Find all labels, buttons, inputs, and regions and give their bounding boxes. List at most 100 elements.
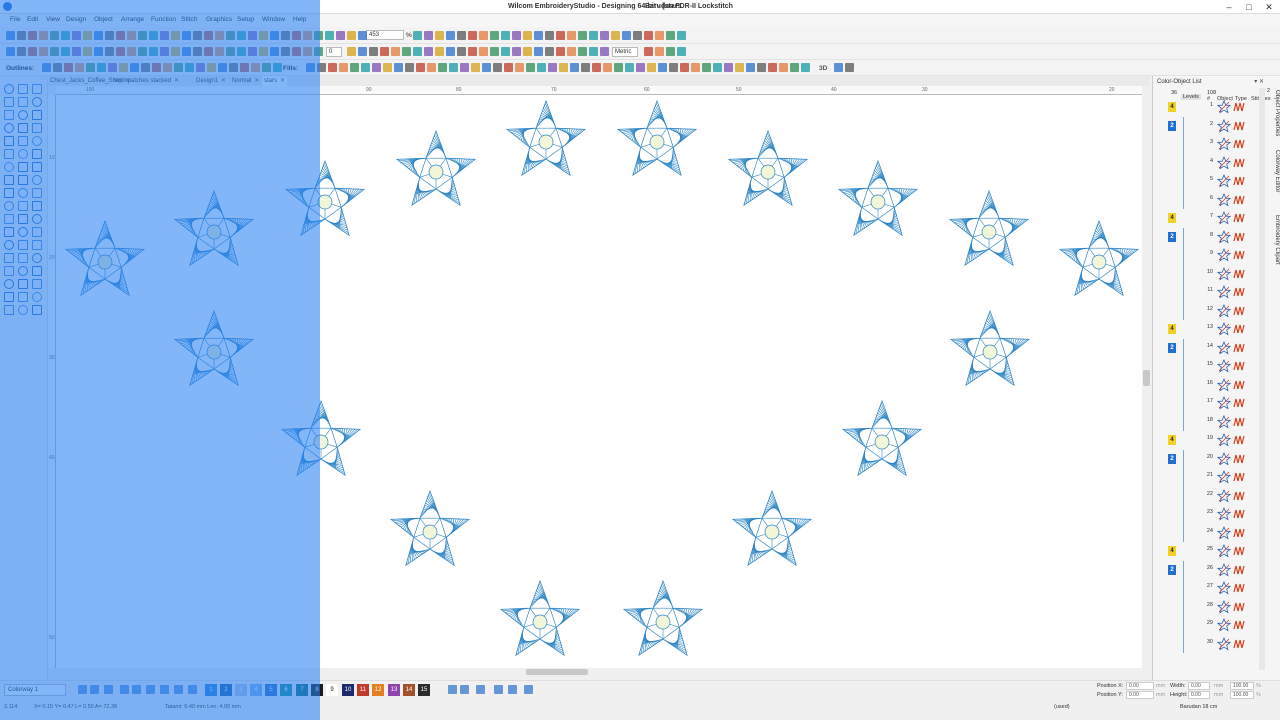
angle-input[interactable]: 0: [326, 47, 342, 57]
tool-icon[interactable]: [18, 175, 28, 185]
color-swatch-2[interactable]: 2: [220, 684, 232, 696]
toolbar-icon[interactable]: [383, 63, 392, 72]
toolbar-icon[interactable]: [490, 31, 499, 40]
toolbar-icon[interactable]: [666, 47, 675, 56]
toolbar-icon[interactable]: [141, 63, 150, 72]
toolbar-icon[interactable]: [229, 63, 238, 72]
tool-icon[interactable]: [18, 292, 28, 302]
toolbar-icon[interactable]: [460, 63, 469, 72]
toolbar-icon[interactable]: [757, 63, 766, 72]
maximize-button[interactable]: □: [1242, 1, 1256, 13]
toolbar-icon[interactable]: [127, 31, 136, 40]
toolbar-icon[interactable]: [457, 31, 466, 40]
toolbar-icon[interactable]: [600, 31, 609, 40]
toolbar-icon[interactable]: [493, 63, 502, 72]
position-x-field[interactable]: 0.00: [1126, 682, 1154, 690]
object-row[interactable]: 15: [1159, 357, 1259, 376]
colorway-tool-icon[interactable]: [146, 685, 155, 694]
toolbar-icon[interactable]: [83, 31, 92, 40]
toolbar-icon[interactable]: [64, 63, 73, 72]
toolbar-icon[interactable]: [119, 63, 128, 72]
view-3d-button[interactable]: 3D: [819, 65, 827, 72]
toolbar-icon[interactable]: [130, 63, 139, 72]
toolbar-icon[interactable]: [834, 63, 843, 72]
toolbar-icon[interactable]: [567, 31, 576, 40]
object-row[interactable]: 23: [1159, 505, 1259, 524]
tool-icon[interactable]: [4, 214, 14, 224]
colorway-tool-icon[interactable]: [448, 685, 457, 694]
toolbar-icon[interactable]: [380, 47, 389, 56]
toolbar-icon[interactable]: [449, 63, 458, 72]
tool-icon[interactable]: [18, 305, 28, 315]
vertical-scrollbar[interactable]: [1142, 86, 1151, 668]
side-tab-embroidery-clipart[interactable]: Embroidery Clipart: [1270, 215, 1280, 265]
object-row[interactable]: 18: [1159, 412, 1259, 431]
toolbar-icon[interactable]: [6, 31, 15, 40]
toolbar-icon[interactable]: [369, 47, 378, 56]
toolbar-icon[interactable]: [702, 63, 711, 72]
toolbar-icon[interactable]: [108, 63, 117, 72]
toolbar-icon[interactable]: [504, 63, 513, 72]
tool-icon[interactable]: [4, 201, 14, 211]
star-embroidery-object[interactable]: [62, 218, 148, 302]
toolbar-icon[interactable]: [61, 31, 70, 40]
tab-normal[interactable]: Normal ✕: [230, 76, 261, 86]
toolbar-icon[interactable]: [633, 31, 642, 40]
toolbar-icon[interactable]: [138, 31, 147, 40]
toolbar-icon[interactable]: [39, 31, 48, 40]
object-row[interactable]: 27: [1159, 579, 1259, 598]
toolbar-icon[interactable]: [523, 47, 532, 56]
tool-icon[interactable]: [18, 149, 28, 159]
menu-stitch[interactable]: Stitch: [181, 16, 197, 23]
colorway-tool-icon[interactable]: [104, 685, 113, 694]
toolbar-icon[interactable]: [149, 47, 158, 56]
menu-setup[interactable]: Setup: [237, 16, 254, 23]
color-badge-yellow[interactable]: 4: [1168, 435, 1176, 445]
tab-close-icon[interactable]: ✕: [254, 78, 259, 84]
toolbar-icon[interactable]: [182, 31, 191, 40]
toolbar-icon[interactable]: [314, 47, 323, 56]
toolbar-icon[interactable]: [490, 47, 499, 56]
toolbar-icon[interactable]: [501, 47, 510, 56]
toolbar-icon[interactable]: [556, 31, 565, 40]
colorway-tool-icon[interactable]: [188, 685, 197, 694]
toolbar-icon[interactable]: [347, 31, 356, 40]
toolbar-icon[interactable]: [17, 47, 26, 56]
colorway-select[interactable]: Colorway 1: [4, 684, 66, 696]
object-row[interactable]: 28: [1159, 597, 1259, 616]
toolbar-icon[interactable]: [534, 31, 543, 40]
object-row[interactable]: 2 14: [1159, 338, 1259, 357]
star-embroidery-object[interactable]: [171, 188, 257, 272]
tool-icon[interactable]: [4, 136, 14, 146]
tool-icon[interactable]: [18, 266, 28, 276]
toolbar-icon[interactable]: [669, 63, 678, 72]
toolbar-icon[interactable]: [94, 31, 103, 40]
star-embroidery-object[interactable]: [729, 488, 815, 572]
toolbar-icon[interactable]: [534, 47, 543, 56]
tool-icon[interactable]: [32, 84, 42, 94]
toolbar-icon[interactable]: [845, 63, 854, 72]
toolbar-icon[interactable]: [152, 63, 161, 72]
toolbar-icon[interactable]: [713, 63, 722, 72]
toolbar-icon[interactable]: [215, 31, 224, 40]
tool-icon[interactable]: [32, 97, 42, 107]
toolbar-icon[interactable]: [537, 63, 546, 72]
toolbar-icon[interactable]: [391, 47, 400, 56]
toolbar-icon[interactable]: [196, 63, 205, 72]
tool-icon[interactable]: [32, 305, 42, 315]
toolbar-icon[interactable]: [589, 31, 598, 40]
tool-icon[interactable]: [4, 292, 14, 302]
object-row[interactable]: 4 25: [1159, 542, 1259, 561]
tool-icon[interactable]: [4, 227, 14, 237]
color-swatch-10[interactable]: 10: [342, 684, 354, 696]
toolbar-icon[interactable]: [592, 63, 601, 72]
toolbar-icon[interactable]: [372, 63, 381, 72]
toolbar-icon[interactable]: [358, 47, 367, 56]
toolbar-icon[interactable]: [86, 63, 95, 72]
toolbar-icon[interactable]: [273, 63, 282, 72]
width-field[interactable]: 0.00: [1188, 682, 1210, 690]
colorway-tool-icon[interactable]: [494, 685, 503, 694]
toolbar-icon[interactable]: [204, 31, 213, 40]
minimize-button[interactable]: –: [1222, 1, 1236, 13]
star-embroidery-object[interactable]: [278, 398, 364, 482]
